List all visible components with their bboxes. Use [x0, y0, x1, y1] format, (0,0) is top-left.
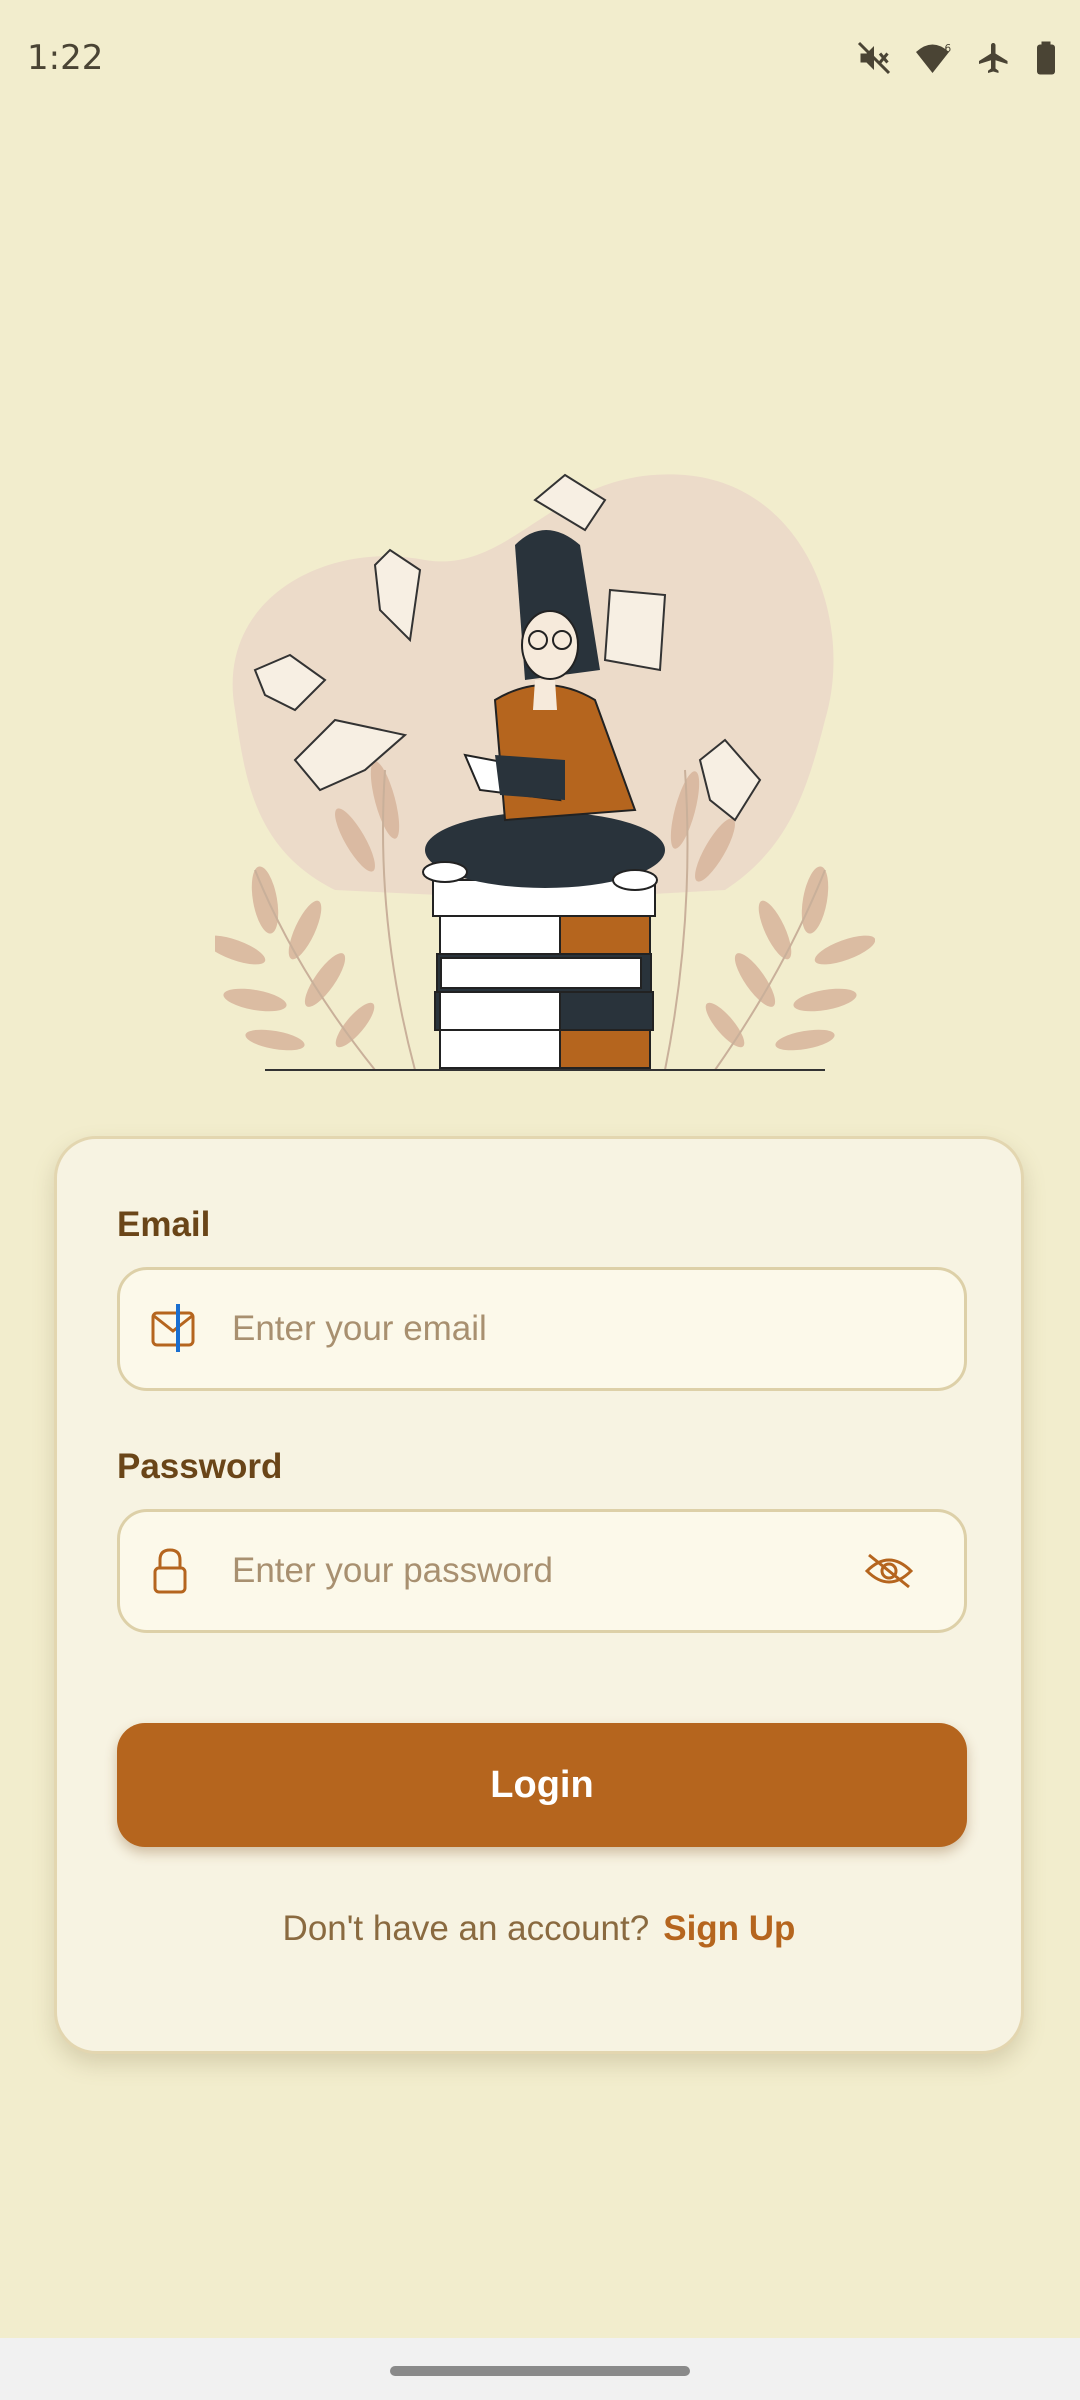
password-input[interactable]: [232, 1512, 832, 1630]
reading-illustration: [215, 473, 875, 1071]
eye-off-icon[interactable]: [864, 1551, 914, 1591]
password-field[interactable]: [117, 1509, 967, 1633]
battery-icon: [1037, 41, 1055, 75]
navigation-bar: [0, 2338, 1080, 2400]
login-card: Email Password Login Don't have an accou…: [54, 1136, 1024, 2054]
home-gesture-handle[interactable]: [390, 2366, 690, 2376]
signup-prompt: Don't have an account?: [282, 1909, 650, 1948]
signup-row: Don't have an account? Sign Up: [57, 1909, 1021, 1949]
mail-icon: [151, 1311, 195, 1347]
email-input[interactable]: [232, 1270, 832, 1388]
login-button[interactable]: Login: [117, 1723, 967, 1847]
text-caret: [176, 1304, 180, 1352]
email-label: Email: [117, 1205, 211, 1244]
airplane-mode-icon: [979, 43, 1008, 73]
lock-icon: [153, 1548, 187, 1594]
password-label: Password: [117, 1447, 283, 1486]
status-bar: 1:22 6: [0, 0, 1080, 126]
svg-text:6: 6: [945, 43, 952, 55]
signup-link[interactable]: Sign Up: [663, 1909, 795, 1948]
status-time: 1:22: [27, 38, 104, 78]
wifi-icon: 6: [916, 43, 952, 73]
status-icons: 6: [856, 40, 1058, 76]
mute-icon: [857, 41, 891, 75]
email-field[interactable]: [117, 1267, 967, 1391]
